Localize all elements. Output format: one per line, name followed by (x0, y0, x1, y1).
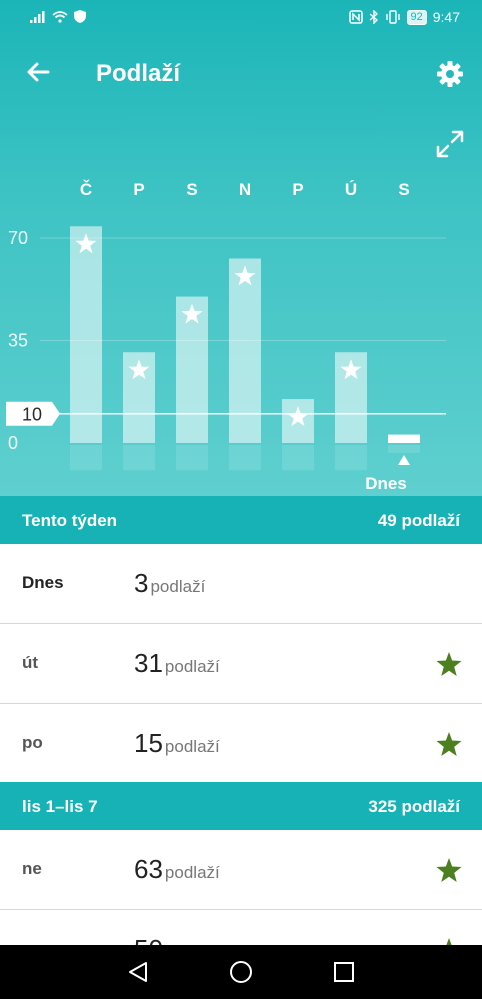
gear-icon[interactable] (434, 58, 466, 90)
status-bar: 92 9:47 (0, 0, 482, 36)
today-marker-icon (398, 455, 410, 465)
list-item-day: út (22, 653, 39, 672)
bar-reflection (282, 445, 314, 471)
vibrate-icon (385, 10, 400, 24)
week-summary-value: 49 podlaží (377, 511, 460, 530)
list-item-day: Dnes (22, 573, 64, 592)
list-item[interactable]: Dnes 3 podlaží (0, 544, 482, 624)
bar-reflection (176, 445, 208, 471)
day-label: N (239, 180, 251, 199)
day-label: S (186, 180, 197, 199)
goal-label: 10 (22, 405, 42, 425)
day-label: Ú (345, 180, 357, 199)
header-area: 92 9:47 Podlaží 70 35 0 Č P S N P Ú S 10 D (0, 0, 482, 496)
wifi-icon (52, 10, 68, 23)
list-item-value: 15 podlaží (134, 728, 220, 758)
page-title: Podlaží (96, 60, 181, 87)
star-icon (436, 652, 462, 676)
bar (229, 258, 261, 443)
list-item-value: 31 podlaží (134, 648, 220, 678)
bluetooth-icon (369, 10, 378, 24)
list-item-value: 3 podlaží (134, 568, 206, 598)
list-item-value: 63 podlaží (134, 854, 220, 884)
back-arrow-icon[interactable] (22, 56, 54, 88)
expand-icon[interactable] (434, 128, 466, 160)
week-summary-bar: Tento týden 49 podlaží (0, 496, 482, 544)
clock: 9:47 (432, 9, 460, 25)
bar-reflection (123, 445, 155, 471)
bar-reflection (388, 445, 420, 453)
day-label: S (398, 180, 409, 199)
month-summary-value: 325 podlaží (368, 797, 460, 816)
list-item-day: po (22, 733, 43, 752)
star-icon (436, 732, 462, 756)
floors-bar-chart: 70 35 0 Č P S N P Ú S 10 Dnes (6, 180, 446, 493)
nav-recents-icon[interactable] (332, 960, 356, 984)
signal-icon (30, 10, 45, 23)
month-summary-label: lis 1–lis 7 (22, 797, 98, 816)
list-item[interactable]: ne 63 podlaží (0, 830, 482, 910)
today-bar (388, 435, 420, 443)
bar-reflection (335, 445, 367, 471)
y-tick-label: 0 (8, 433, 18, 453)
app-bar: Podlaží (0, 36, 482, 112)
shield-icon (74, 10, 86, 23)
list-item[interactable]: út 31 podlaží (0, 624, 482, 704)
nfc-icon (348, 10, 363, 24)
battery-indicator: 92 (406, 9, 427, 25)
star-icon (436, 858, 462, 882)
nav-home-icon[interactable] (229, 960, 253, 984)
list-item-day: ne (22, 859, 42, 878)
bar-reflection (70, 445, 102, 471)
month-summary-bar: lis 1–lis 7 325 podlaží (0, 782, 482, 830)
nav-back-icon[interactable] (126, 960, 150, 984)
y-tick-label: 70 (8, 228, 28, 248)
bar (70, 226, 102, 443)
system-nav-bar (0, 945, 482, 999)
day-label: P (292, 180, 303, 199)
list-item[interactable]: po 15 podlaží (0, 704, 482, 784)
day-label: P (133, 180, 144, 199)
day-label: Č (80, 180, 92, 199)
today-label: Dnes (365, 474, 407, 493)
y-tick-label: 35 (8, 331, 28, 351)
week-summary-label: Tento týden (22, 511, 118, 530)
bar-reflection (229, 445, 261, 471)
